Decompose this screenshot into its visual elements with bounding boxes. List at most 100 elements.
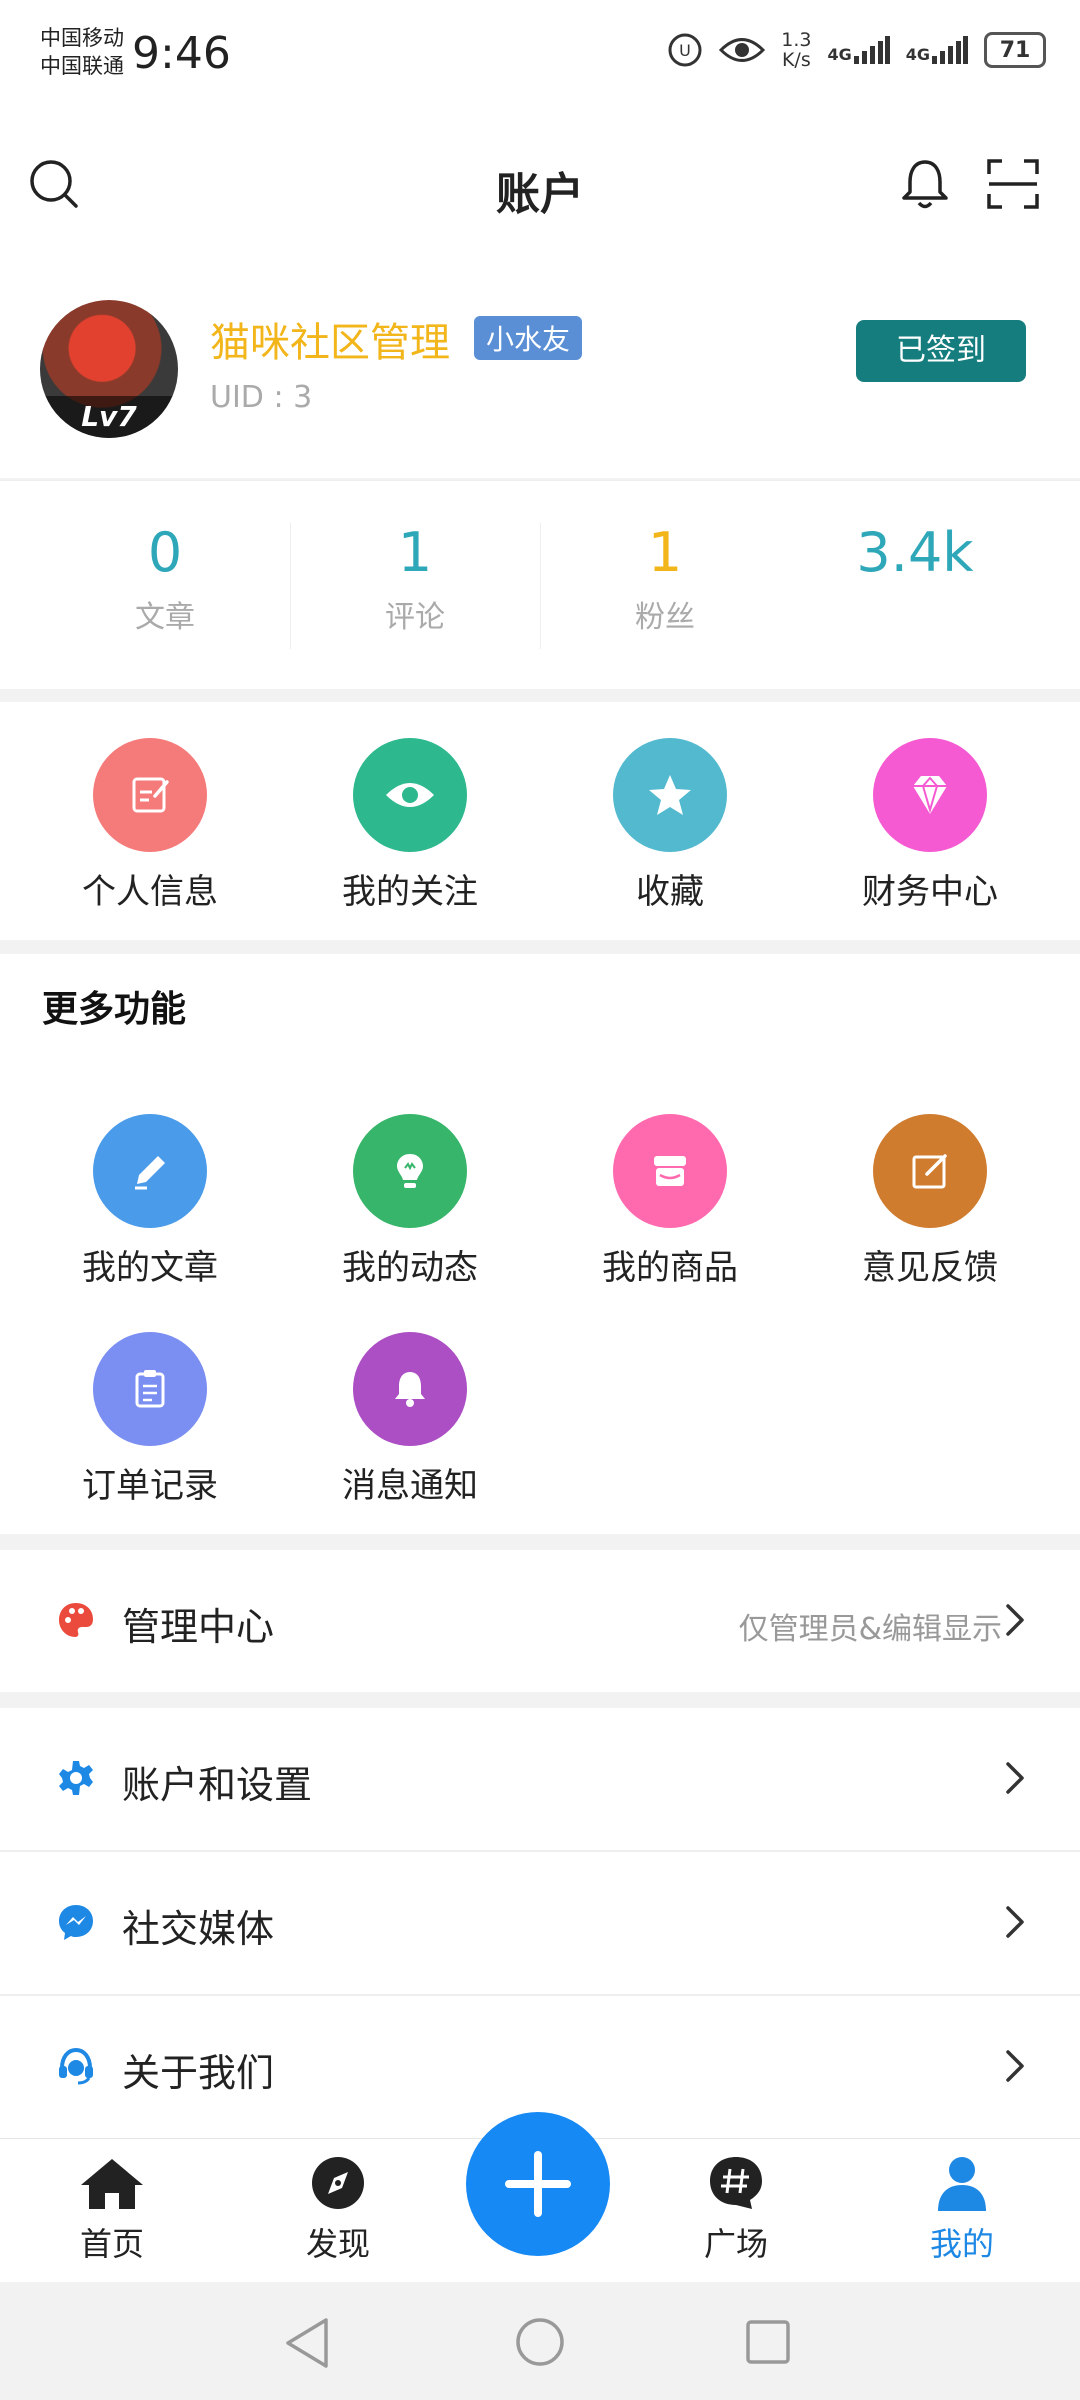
quick-label: 我的关注 — [342, 872, 478, 912]
feature-orders[interactable]: 订单记录 — [20, 1332, 280, 1507]
compass-icon — [312, 2157, 364, 2209]
signal-bars-icon — [932, 36, 968, 64]
create-post-button[interactable] — [466, 2112, 610, 2256]
signal-1: 4G — [827, 36, 890, 64]
nav-plaza[interactable]: 广场 — [666, 2155, 806, 2265]
net-speed: 1.3 K/s — [781, 30, 811, 70]
menu-label: 社交媒体 — [122, 1907, 275, 1951]
menu-label: 账户和设置 — [122, 1763, 313, 1807]
lightbulb-icon — [353, 1114, 467, 1228]
scan-icon[interactable] — [986, 158, 1040, 210]
feature-label: 订单记录 — [82, 1466, 218, 1506]
bell-icon[interactable] — [898, 156, 952, 212]
edit-icon — [93, 738, 207, 852]
quick-following[interactable]: 我的关注 — [280, 738, 540, 913]
quick-profile-info[interactable]: 个人信息 — [20, 738, 280, 913]
quick-actions: 个人信息 我的关注 收藏 财务中心 — [0, 702, 1080, 940]
stat-label: 粉丝 — [635, 600, 695, 635]
nav-label: 我的 — [929, 2225, 994, 2263]
nav-label: 首页 — [79, 2225, 144, 2263]
avatar[interactable]: Lv7 — [40, 300, 178, 438]
username: 猫咪社区管理 — [210, 320, 450, 366]
status-bar: 中国移动 中国联通 9:46 U 1.3 K/s 4G 4G 71 — [0, 0, 1080, 120]
menu-admin-center[interactable]: 管理中心 仅管理员&编辑显示 — [0, 1550, 1080, 1692]
section-title: 更多功能 — [42, 989, 187, 1030]
star-icon — [613, 738, 727, 852]
back-icon[interactable] — [282, 2316, 332, 2370]
quick-label: 财务中心 — [862, 872, 998, 912]
app-header: 账户 — [0, 120, 1080, 252]
store-icon — [613, 1114, 727, 1228]
checkin-button[interactable]: 已签到 — [856, 320, 1026, 382]
hd-icon: U — [668, 33, 702, 67]
nav-label: 发现 — [305, 2225, 370, 2263]
menu-label: 管理中心 — [122, 1605, 275, 1649]
support-icon — [59, 2047, 93, 2085]
stats-bar: 0 文章 1 评论 1 粉丝 3.4k — [0, 480, 1080, 689]
feature-notifications[interactable]: 消息通知 — [280, 1332, 540, 1507]
chevron-right-icon — [1006, 1604, 1024, 1636]
more-features: 更多功能 我的文章 我的动态 我的商品 意见反馈 订单记录 消息通知 — [0, 954, 1080, 1534]
net-speed-unit: K/s — [781, 49, 811, 71]
battery-indicator: 71 — [984, 32, 1046, 68]
user-tag: 小水友 — [474, 316, 583, 360]
chevron-right-icon — [1006, 2050, 1024, 2082]
feature-label: 我的文章 — [82, 1248, 218, 1288]
carrier-2: 中国联通 — [40, 54, 124, 78]
feature-feedback[interactable]: 意见反馈 — [800, 1114, 1060, 1289]
chevron-right-icon — [1006, 1762, 1024, 1794]
stat-value: 1 — [397, 521, 433, 584]
feature-label: 意见反馈 — [862, 1248, 998, 1288]
menu-account-settings[interactable]: 账户和设置 — [0, 1708, 1080, 1850]
plus-icon — [505, 2151, 571, 2217]
nav-home[interactable]: 首页 — [42, 2155, 182, 2265]
diamond-icon — [873, 738, 987, 852]
quick-label: 收藏 — [636, 872, 704, 912]
feature-my-products[interactable]: 我的商品 — [540, 1114, 800, 1289]
home-circle-icon[interactable] — [514, 2316, 566, 2368]
user-id: UID : 3 — [210, 380, 313, 415]
quick-label: 个人信息 — [82, 872, 218, 912]
feedback-icon — [873, 1114, 987, 1228]
menu-social-media[interactable]: 社交媒体 — [0, 1852, 1080, 1994]
menu-note: 仅管理员&编辑显示 — [738, 1612, 1002, 1647]
feature-my-articles[interactable]: 我的文章 — [20, 1114, 280, 1289]
messenger-icon — [59, 1905, 93, 1940]
stat-value: 0 — [147, 521, 183, 584]
eye-icon — [353, 738, 467, 852]
net-type-1: 4G — [827, 45, 852, 64]
system-nav-bar — [0, 2282, 1080, 2400]
user-icon — [938, 2157, 986, 2211]
stat-fans[interactable]: 1 粉丝 — [540, 521, 790, 636]
bell-icon — [353, 1332, 467, 1446]
quick-finance[interactable]: 财务中心 — [800, 738, 1060, 913]
quick-favorites[interactable]: 收藏 — [540, 738, 800, 913]
gear-icon — [59, 1761, 93, 1795]
nav-me[interactable]: 我的 — [892, 2155, 1032, 2265]
net-type-2: 4G — [905, 45, 930, 64]
recents-icon[interactable] — [744, 2318, 792, 2366]
hashtag-icon — [710, 2157, 762, 2209]
eye-comfort-icon — [719, 38, 766, 62]
signal-2: 4G — [906, 36, 968, 64]
chevron-right-icon — [1006, 1906, 1024, 1938]
home-icon — [81, 2159, 143, 2209]
feature-my-posts[interactable]: 我的动态 — [280, 1114, 540, 1289]
signal-bars-icon — [853, 36, 890, 64]
carrier-1: 中国移动 — [40, 26, 124, 50]
feature-label: 我的商品 — [602, 1248, 738, 1288]
status-icons: U 1.3 K/s 4G 4G 71 — [667, 30, 1046, 70]
stat-points[interactable]: 3.4k — [790, 521, 1040, 584]
carrier-info: 中国移动 中国联通 — [40, 24, 124, 80]
stat-comments[interactable]: 1 评论 — [290, 521, 540, 636]
clock: 9:46 — [132, 28, 231, 79]
stat-articles[interactable]: 0 文章 — [40, 521, 290, 636]
stat-label: 文章 — [135, 600, 195, 635]
menu-label: 关于我们 — [122, 2051, 275, 2095]
stat-label: 评论 — [385, 600, 445, 635]
feature-label: 消息通知 — [342, 1466, 478, 1506]
feature-label: 我的动态 — [342, 1248, 478, 1288]
nav-label: 广场 — [703, 2225, 768, 2263]
nav-discover[interactable]: 发现 — [268, 2155, 408, 2265]
profile-card: Lv7 猫咪社区管理 小水友 UID : 3 已签到 — [0, 252, 1080, 478]
